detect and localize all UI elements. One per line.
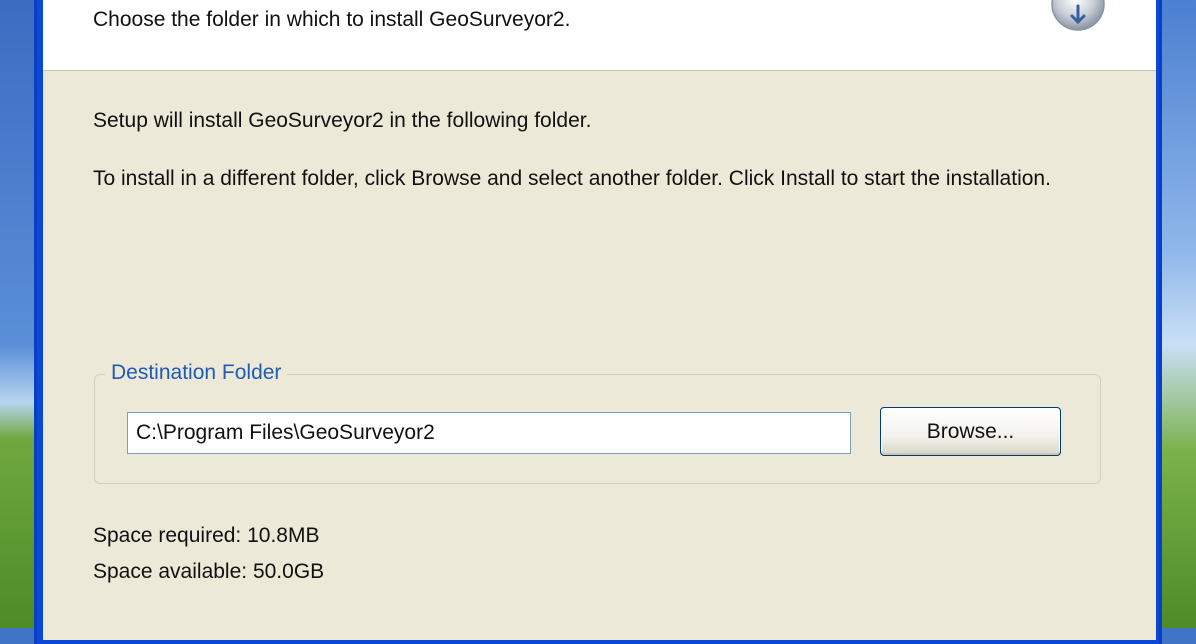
browse-instructions-text: To install in a different folder, click … [93, 167, 1051, 190]
destination-path-input[interactable]: C:\Program Files\GeoSurveyor2 [127, 412, 851, 454]
desktop-background-right [1156, 0, 1196, 628]
destination-folder-legend: Destination Folder [105, 361, 288, 385]
install-location-text: Setup will install GeoSurveyor2 in the f… [93, 109, 592, 132]
header-subtitle: Choose the folder in which to install Ge… [93, 8, 571, 31]
space-available-text: Space available: 50.0GB [93, 560, 325, 583]
installer-dialog: Choose the folder in which to install Ge… [43, 0, 1156, 640]
installer-disc-icon [1051, 0, 1105, 31]
space-required-text: Space required: 10.8MB [93, 524, 320, 547]
dialog-header: Choose the folder in which to install Ge… [43, 0, 1156, 71]
browse-button[interactable]: Browse... [880, 407, 1061, 456]
